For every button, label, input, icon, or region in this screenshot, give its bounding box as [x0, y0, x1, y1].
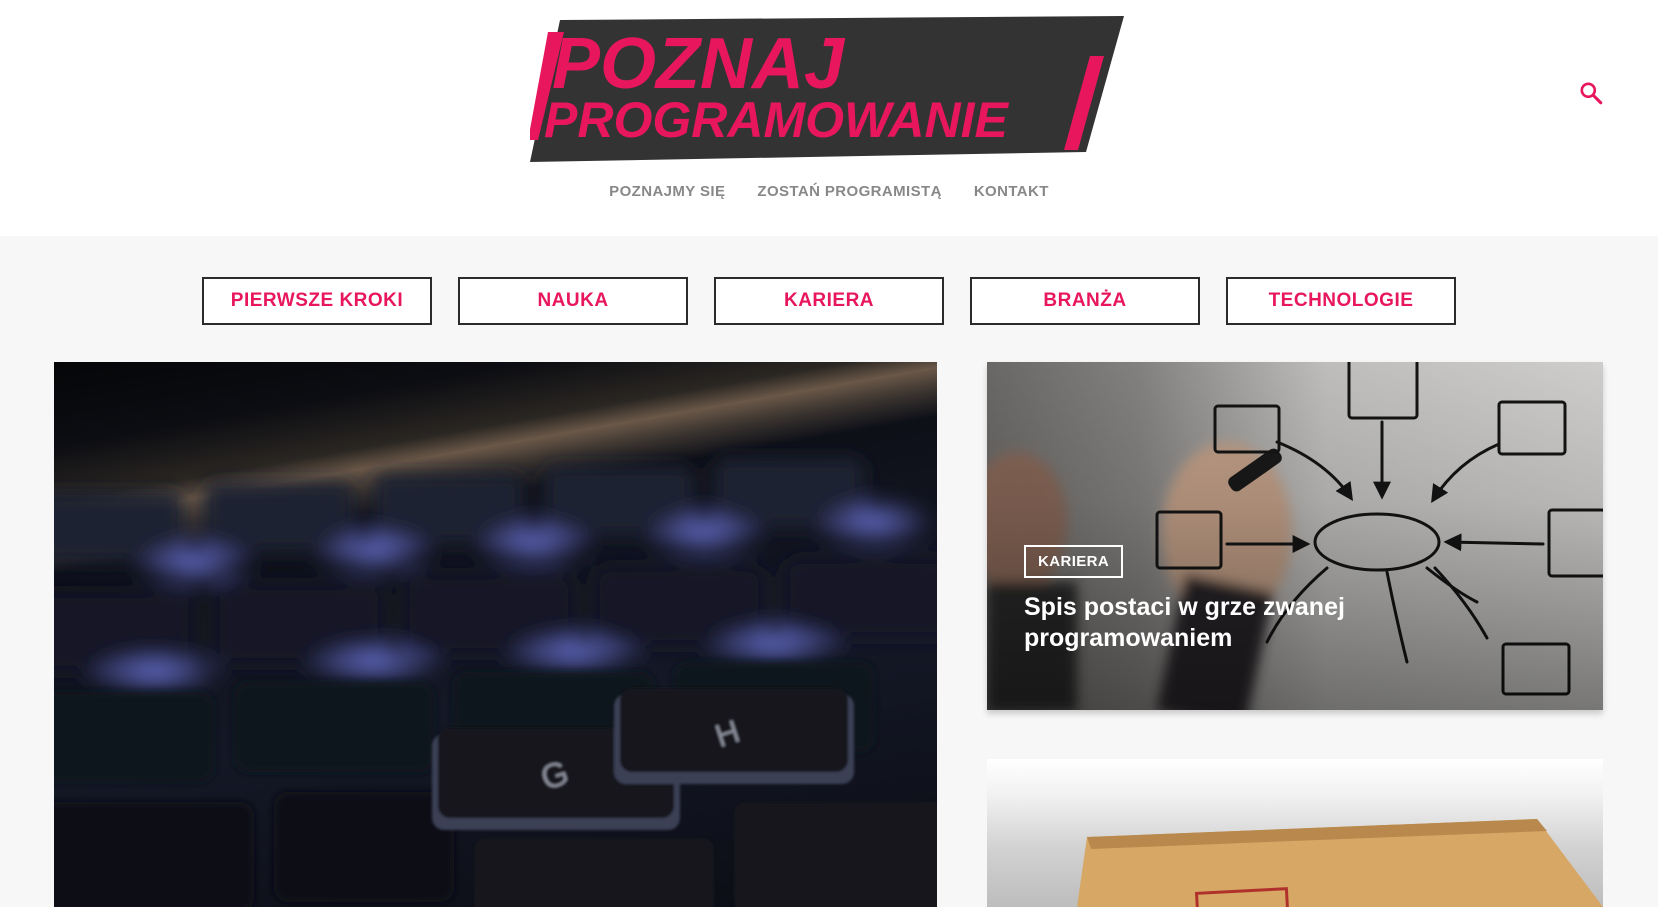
site-logo[interactable]: POZNAJ PROGRAMOWANIE [530, 16, 1124, 162]
main-nav: POZNAJMY SIĘ ZOSTAŃ PROGRAMISTĄ KONTAKT [0, 182, 1658, 204]
post-card[interactable]: KARIERA Spis postaci w grze zwanej progr… [987, 362, 1603, 710]
featured-post-image[interactable]: G H [54, 362, 937, 907]
category-bar: PIERWSZE KROKI NAUKA KARIERA BRANŻA TECH… [202, 277, 1456, 325]
logo-graphic: POZNAJ PROGRAMOWANIE [530, 16, 1124, 162]
logo-line2: PROGRAMOWANIE [544, 92, 1010, 148]
nav-item-kontakt[interactable]: KONTAKT [974, 182, 1049, 204]
nav-item-poznajmy-sie[interactable]: POZNAJMY SIĘ [609, 182, 725, 204]
category-nauka[interactable]: NAUKA [458, 277, 688, 325]
keyboard-photo: G H [54, 458, 937, 907]
category-technologie[interactable]: TECHNOLOGIE [1226, 277, 1456, 325]
nav-item-zostan-programista[interactable]: ZOSTAŃ PROGRAMISTĄ [757, 182, 941, 204]
category-pierwsze-kroki[interactable]: PIERWSZE KROKI [202, 277, 432, 325]
category-kariera[interactable]: KARIERA [714, 277, 944, 325]
post-card[interactable] [987, 759, 1603, 907]
image-overlay [987, 362, 1603, 710]
post-image [1077, 819, 1603, 907]
post-category-badge[interactable]: KARIERA [1024, 545, 1124, 578]
category-branza[interactable]: BRANŻA [970, 277, 1200, 325]
site-header: POZNAJ PROGRAMOWANIE POZNAJMY SIĘ ZOSTAŃ… [0, 0, 1658, 236]
search-icon[interactable] [1578, 80, 1604, 106]
post-title[interactable]: Spis postaci w grze zwanej programowanie… [1024, 592, 1404, 654]
